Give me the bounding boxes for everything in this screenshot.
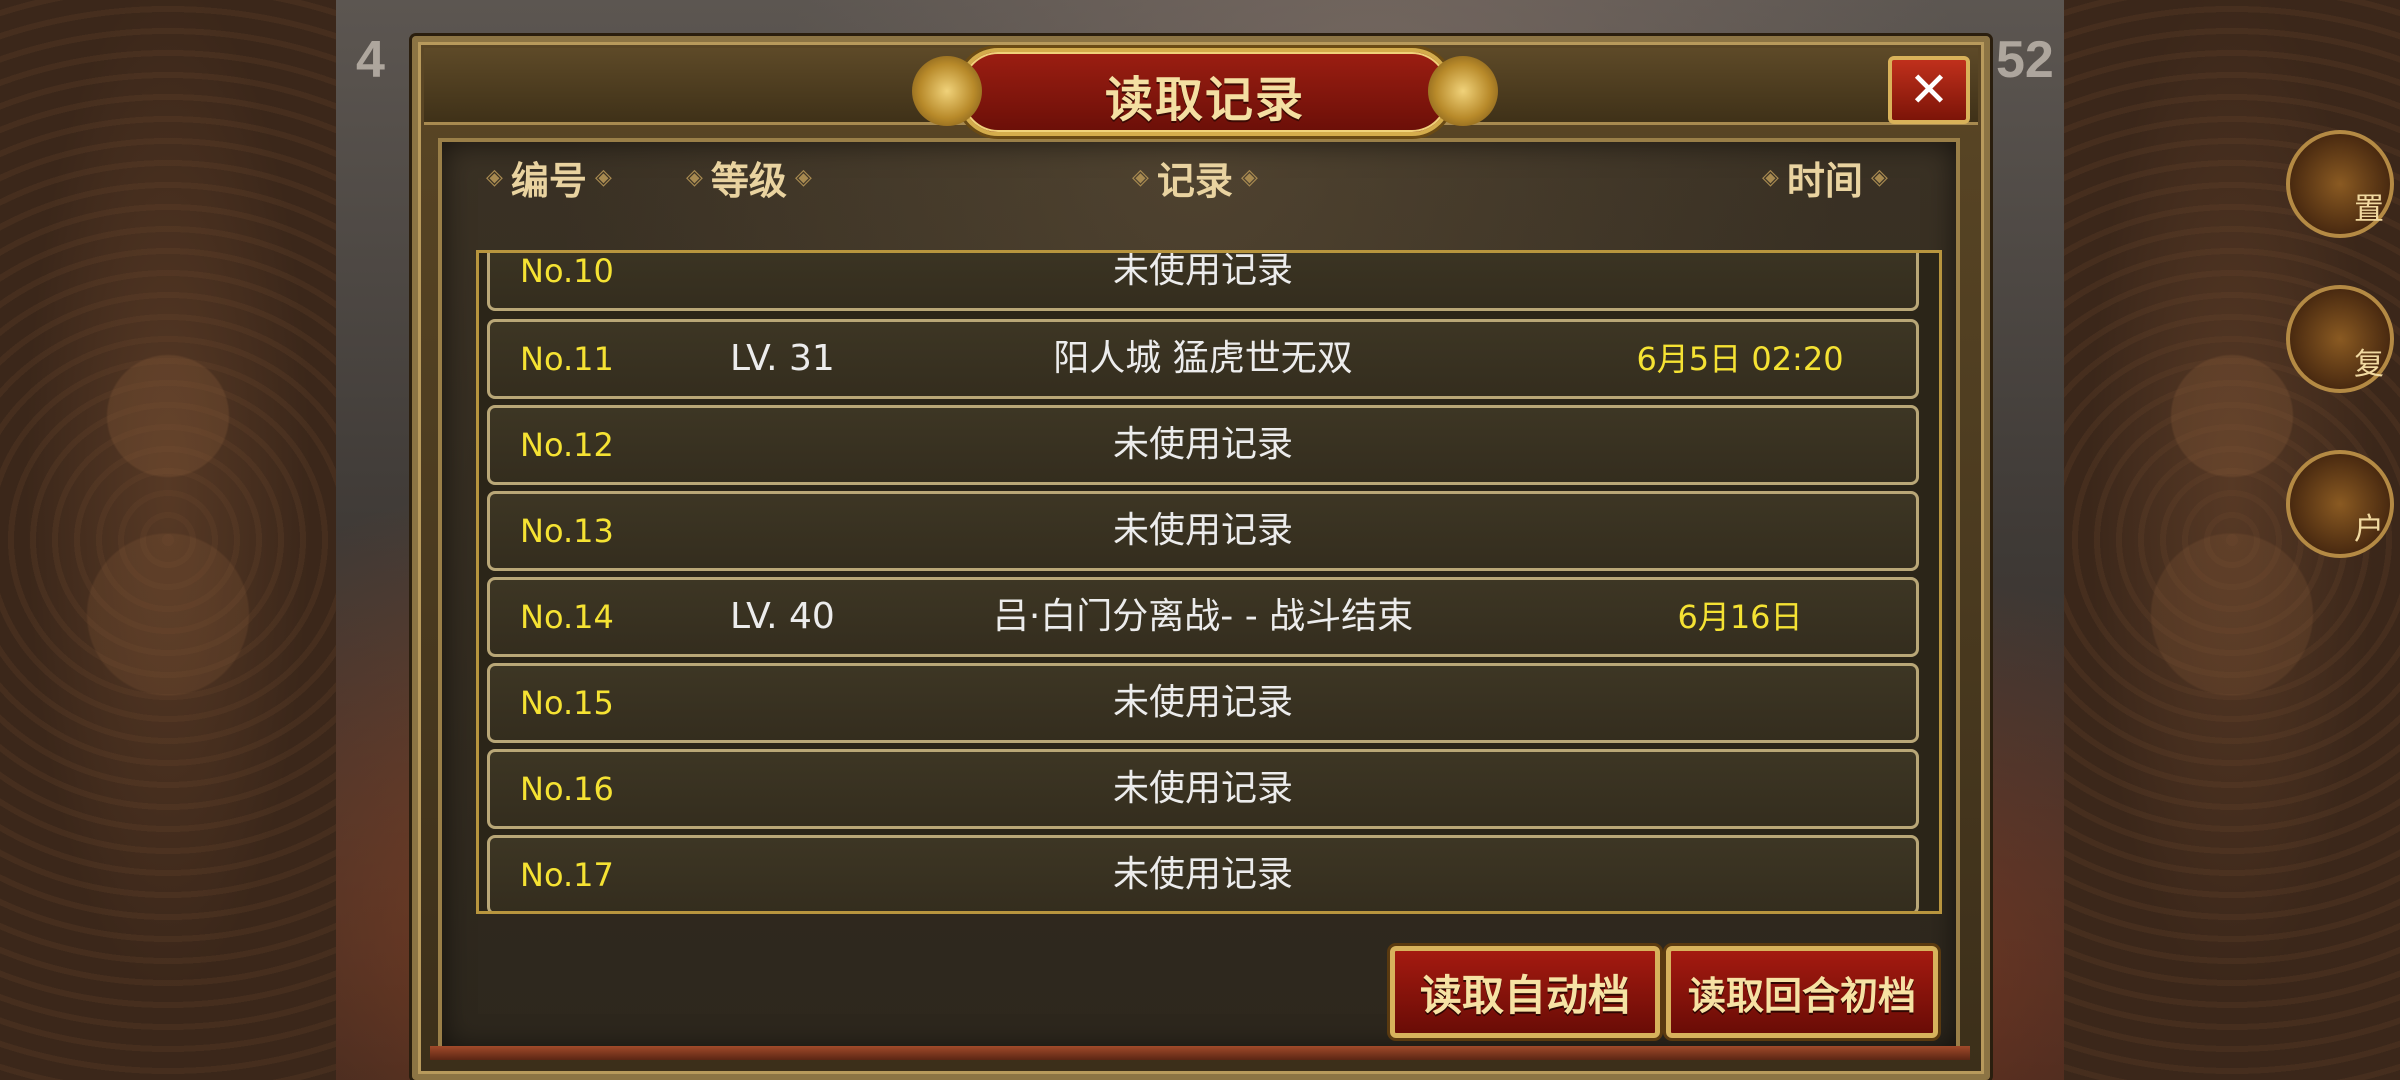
close-button[interactable]: ✕	[1888, 56, 1970, 124]
column-header-record: ◈ 记录 ◈	[1124, 150, 1266, 205]
scene-button-label: 户	[2354, 512, 2384, 547]
record-row[interactable]: No.15 未使用记录	[487, 663, 1919, 743]
record-description: 未使用记录	[1112, 424, 1293, 465]
record-row[interactable]: No.10 未使用记录	[487, 250, 1919, 311]
load-turn-start-save-button[interactable]: 读取回合初档	[1666, 946, 1938, 1038]
title-banner: 读取记录	[912, 48, 1498, 136]
column-header-number: ◈ 编号 ◈	[478, 150, 620, 205]
record-description: 未使用记录	[1112, 250, 1293, 291]
record-row[interactable]: No.13 未使用记录	[487, 491, 1919, 571]
ornament-icon: ◈	[1132, 165, 1149, 190]
record-list[interactable]: No.10 未使用记录 No.11 LV. 31 阳人城 猛虎世无双 6月5日 …	[476, 250, 1942, 914]
column-header-time: ◈ 时间 ◈	[1754, 150, 1896, 205]
record-description: 未使用记录	[1112, 510, 1293, 551]
record-row[interactable]: No.17 未使用记录	[487, 835, 1919, 911]
ornament-icon: ◈	[594, 165, 612, 190]
ornament-icon: ◈	[794, 165, 812, 190]
record-row[interactable]: No.14 LV. 40 吕·白门分离战- - 战斗结束 6月16日 01:18	[487, 577, 1919, 710]
scene-left-number: 4	[356, 31, 385, 89]
column-header-label: 等级	[710, 159, 787, 203]
record-time: 6月5日 02:20	[1636, 340, 1844, 378]
ornament-icon: ◈	[1240, 165, 1258, 190]
scene-settings-button[interactable]: 置	[2286, 130, 2394, 238]
record-description: 未使用记录	[1112, 682, 1293, 723]
column-header-label: 记录	[1156, 159, 1233, 203]
scene-account-button[interactable]: 户	[2286, 450, 2394, 558]
scene-button-label: 置	[2354, 192, 2384, 227]
record-row[interactable]: No.12 未使用记录	[487, 405, 1919, 485]
column-header-label: 编号	[510, 159, 587, 203]
record-row[interactable]: No.11 LV. 31 阳人城 猛虎世无双 6月5日 02:20	[487, 319, 1919, 399]
left-decorative-panel	[0, 0, 336, 1080]
column-header-level: ◈ 等级 ◈	[678, 150, 820, 205]
scene-right-number: 52	[1996, 31, 2054, 89]
record-description: 未使用记录	[1112, 768, 1293, 809]
record-description: 未使用记录	[1112, 854, 1293, 895]
ornament-icon: ◈	[686, 165, 703, 190]
ornament-icon: ◈	[486, 165, 503, 190]
scene-button-label: 复	[2354, 347, 2384, 382]
record-row[interactable]: No.16 未使用记录	[487, 749, 1919, 829]
ornament-icon: ◈	[1870, 165, 1888, 190]
column-header-label: 时间	[1786, 159, 1863, 203]
dialog-title: 读取记录	[1104, 72, 1305, 128]
load-auto-save-button[interactable]: 读取自动档	[1390, 946, 1660, 1038]
close-icon: ✕	[1908, 62, 1950, 118]
scene-restore-button[interactable]: 复	[2286, 285, 2394, 393]
ornament-icon: ◈	[1762, 165, 1779, 190]
bottom-edge-strip	[430, 1046, 1970, 1060]
dragon-emblem-left	[40, 230, 296, 850]
